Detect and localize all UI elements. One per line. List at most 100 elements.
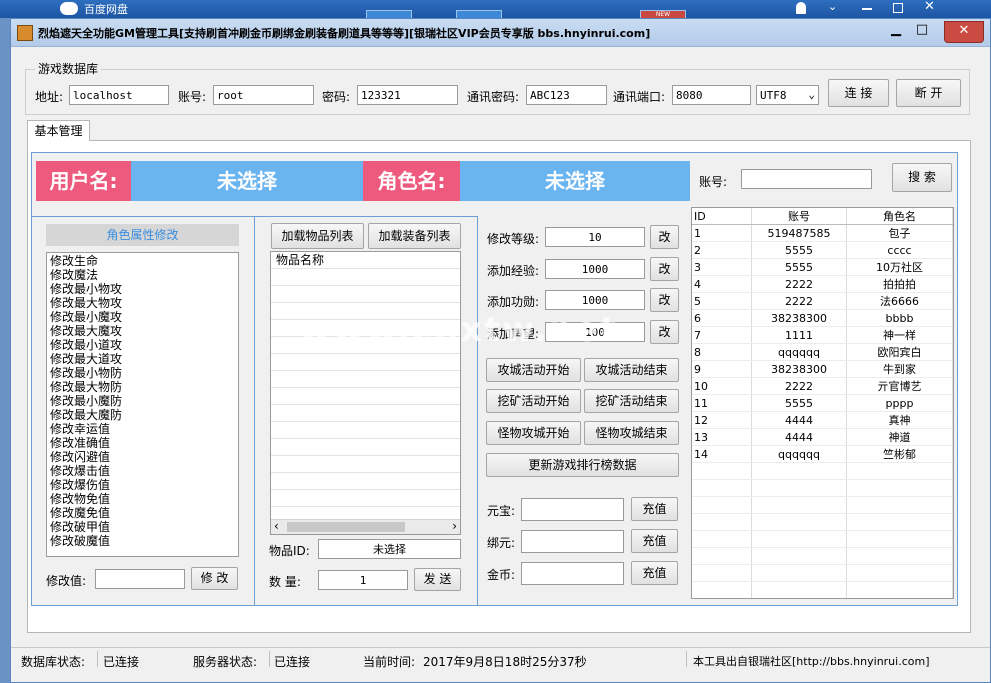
attr-list-item[interactable]: 修改准确值 <box>47 436 238 450</box>
items-grid-row[interactable] <box>271 456 460 473</box>
attr-list-item[interactable]: 修改最大物攻 <box>47 296 238 310</box>
users-table-row[interactable] <box>692 462 953 480</box>
users-table-row[interactable]: 11 5555 pppp <box>692 394 953 412</box>
attr-list-item[interactable]: 修改最大魔攻 <box>47 324 238 338</box>
taskbar-app-title[interactable]: 百度网盘 <box>84 1 128 17</box>
minimize-icon[interactable] <box>862 8 872 10</box>
users-table-row[interactable] <box>692 530 953 548</box>
op-field-button[interactable]: 改 <box>650 288 679 312</box>
items-hscrollbar[interactable]: ‹ › <box>271 519 460 534</box>
items-grid-row[interactable] <box>271 490 460 507</box>
recharge-input[interactable] <box>521 562 624 585</box>
maximize-icon[interactable]: □ <box>909 21 935 41</box>
users-table-row[interactable]: 14 qqqqqq 竺彬郁 <box>692 445 953 463</box>
items-grid-row[interactable] <box>271 286 460 303</box>
close-icon[interactable]: ✕ <box>924 0 935 14</box>
recharge-input[interactable] <box>521 530 624 553</box>
attr-value-field[interactable] <box>95 569 185 589</box>
attr-list-item[interactable]: 修改魔免值 <box>47 506 238 520</box>
users-table-row[interactable]: 7 1111 神一样 <box>692 326 953 344</box>
users-col-account[interactable]: 账号 <box>751 208 847 225</box>
users-table-row[interactable]: 1 519487585 包子 <box>692 224 953 242</box>
attr-list-item[interactable]: 修改物免值 <box>47 492 238 506</box>
users-table-row[interactable] <box>692 581 953 598</box>
restore-icon[interactable] <box>893 3 903 13</box>
attr-list-item[interactable]: 修改魔法 <box>47 268 238 282</box>
attr-list-item[interactable]: 修改最大道攻 <box>47 352 238 366</box>
users-table-row[interactable]: 6 38238300 bbbb <box>692 309 953 327</box>
attr-list-item[interactable]: 修改爆伤值 <box>47 478 238 492</box>
attr-list-item[interactable]: 修改最大魔防 <box>47 408 238 422</box>
disconnect-button[interactable]: 断 开 <box>896 79 961 107</box>
attr-modify-button[interactable]: 修 改 <box>191 567 238 590</box>
users-table-row[interactable]: 12 4444 真神 <box>692 411 953 429</box>
items-grid-row[interactable] <box>271 439 460 456</box>
attr-list-item[interactable]: 修改最大物防 <box>47 380 238 394</box>
users-table-row[interactable] <box>692 479 953 497</box>
users-table-row[interactable]: 9 38238300 牛到家 <box>692 360 953 378</box>
connect-button[interactable]: 连 接 <box>828 79 889 107</box>
users-col-id[interactable]: ID <box>692 208 752 225</box>
attr-list-item[interactable]: 修改闪避值 <box>47 450 238 464</box>
items-grid-row[interactable] <box>271 405 460 422</box>
users-table-row[interactable] <box>692 564 953 582</box>
users-col-role[interactable]: 角色名 <box>846 208 953 225</box>
users-table-row[interactable] <box>692 547 953 565</box>
ranking-update-button[interactable]: 更新游戏排行榜数据 <box>486 453 679 477</box>
scroll-left-icon[interactable]: ‹ <box>274 519 279 533</box>
activity-button[interactable]: 攻城活动结束 <box>584 358 679 382</box>
items-grid-row[interactable] <box>271 422 460 439</box>
tab-basic[interactable]: 基本管理 <box>27 120 90 141</box>
comm-pwd-field[interactable]: ABC123 <box>526 85 607 105</box>
users-table-row[interactable]: 2 5555 cccc <box>692 241 953 259</box>
scroll-thumb[interactable] <box>287 522 405 532</box>
activity-button[interactable]: 攻城活动开始 <box>486 358 581 382</box>
comm-port-field[interactable]: 8080 <box>672 85 751 105</box>
activity-button[interactable]: 挖矿活动开始 <box>486 389 581 413</box>
chevron-down-icon[interactable]: ⌄ <box>828 0 837 13</box>
activity-button[interactable]: 怪物攻城结束 <box>584 421 679 445</box>
attr-list-item[interactable]: 修改生命 <box>47 254 238 268</box>
search-input[interactable] <box>741 169 872 189</box>
users-table-row[interactable] <box>692 599 953 600</box>
minimize-icon[interactable]: ▁ <box>883 21 909 41</box>
activity-button[interactable]: 挖矿活动结束 <box>584 389 679 413</box>
op-field-input[interactable]: 10 <box>545 227 645 247</box>
attr-list-item[interactable]: 修改破魔值 <box>47 534 238 548</box>
users-table-row[interactable]: 4 2222 拍拍拍 <box>692 275 953 293</box>
users-grid[interactable]: ID 账号 角色名 1 519487585 包子 2 5555 cccc 3 5555 10万社… <box>691 207 954 599</box>
attr-list-item[interactable]: 修改爆击值 <box>47 464 238 478</box>
recharge-button[interactable]: 充值 <box>631 497 678 521</box>
recharge-input[interactable] <box>521 498 624 521</box>
users-table-row[interactable]: 8 qqqqqq 欧阳宾白 <box>692 343 953 361</box>
op-field-input[interactable]: 1000 <box>545 259 645 279</box>
recharge-button[interactable]: 充值 <box>631 561 678 585</box>
password-field[interactable]: 123321 <box>357 85 458 105</box>
item-qty-field[interactable]: 1 <box>318 570 408 590</box>
send-button[interactable]: 发 送 <box>414 568 461 591</box>
items-grid[interactable]: 物品名称 ‹ › <box>270 251 461 535</box>
op-field-button[interactable]: 改 <box>650 320 679 344</box>
op-field-button[interactable]: 改 <box>650 225 679 249</box>
activity-button[interactable]: 怪物攻城开始 <box>486 421 581 445</box>
encoding-select[interactable]: UTF8 ⌄ <box>756 85 819 105</box>
recharge-button[interactable]: 充值 <box>631 529 678 553</box>
attr-list-item[interactable]: 修改最小物攻 <box>47 282 238 296</box>
attr-list[interactable]: 修改生命 修改魔法 修改最小物攻 修改最大物攻 修改最小魔攻 修改最大魔攻 修改最小道攻 修改… <box>46 252 239 557</box>
item-id-field[interactable]: 未选择 <box>318 539 461 559</box>
items-grid-row[interactable] <box>271 371 460 388</box>
users-table-row[interactable]: 3 5555 10万社区 <box>692 258 953 276</box>
attr-list-item[interactable]: 修改最小物防 <box>47 366 238 380</box>
items-grid-row[interactable] <box>271 269 460 286</box>
bell-icon[interactable] <box>796 2 806 14</box>
attr-list-item[interactable]: 修改幸运值 <box>47 422 238 436</box>
users-table-row[interactable] <box>692 496 953 514</box>
users-table-row[interactable]: 5 2222 法6666 <box>692 292 953 310</box>
users-table-row[interactable]: 13 4444 神道 <box>692 428 953 446</box>
account-field[interactable]: root <box>213 85 314 105</box>
search-button[interactable]: 搜 索 <box>892 163 952 192</box>
attr-list-item[interactable]: 修改破甲值 <box>47 520 238 534</box>
load-equip-button[interactable]: 加载装备列表 <box>368 223 461 249</box>
items-grid-row[interactable] <box>271 388 460 405</box>
attr-list-item[interactable]: 修改最小道攻 <box>47 338 238 352</box>
